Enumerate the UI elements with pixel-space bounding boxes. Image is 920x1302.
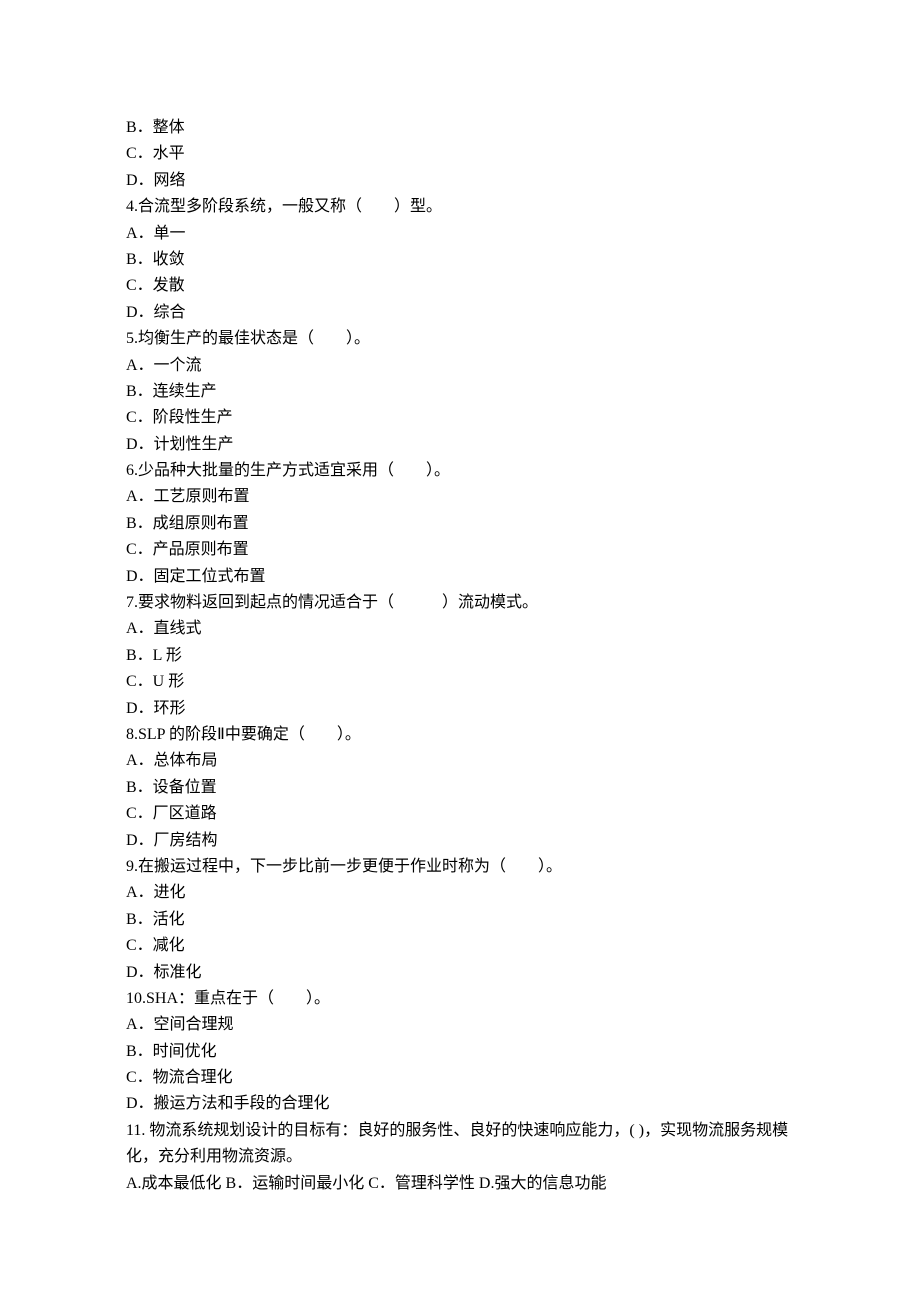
option-line: C．U 形 [126, 669, 802, 695]
option-line: B．时间优化 [126, 1039, 802, 1065]
option-line: B．成组原则布置 [126, 511, 802, 537]
question-line: 7.要求物料返回到起点的情况适合于（ ）流动模式。 [126, 590, 802, 616]
option-line: A.成本最低化 B．运输时间最小化 C．管理科学性 D.强大的信息功能 [126, 1171, 802, 1197]
option-line: C．阶段性生产 [126, 405, 802, 431]
option-line: A．空间合理规 [126, 1012, 802, 1038]
option-line: D．标准化 [126, 960, 802, 986]
option-line: B．设备位置 [126, 775, 802, 801]
option-line: D．固定工位式布置 [126, 564, 802, 590]
option-line: D．厂房结构 [126, 828, 802, 854]
option-line: C．厂区道路 [126, 801, 802, 827]
option-line: C．发散 [126, 273, 802, 299]
option-line: A．总体布局 [126, 748, 802, 774]
option-line: D．网络 [126, 168, 802, 194]
question-line: 5.均衡生产的最佳状态是（ ）。 [126, 326, 802, 352]
option-line: A．直线式 [126, 616, 802, 642]
option-line: A．单一 [126, 221, 802, 247]
option-line: C．物流合理化 [126, 1065, 802, 1091]
option-line: D．综合 [126, 300, 802, 326]
document-page: B．整体 C．水平 D．网络 4.合流型多阶段系统，一般又称（ ）型。 A．单一… [0, 0, 920, 1302]
question-line: 9.在搬运过程中，下一步比前一步更便于作业时称为（ ）。 [126, 854, 802, 880]
option-line: C．水平 [126, 141, 802, 167]
option-line: D．计划性生产 [126, 432, 802, 458]
option-line: A．工艺原则布置 [126, 484, 802, 510]
option-line: B．连续生产 [126, 379, 802, 405]
question-line: 6.少品种大批量的生产方式适宜采用（ ）。 [126, 458, 802, 484]
option-line: A．一个流 [126, 353, 802, 379]
question-line: 8.SLP 的阶段Ⅱ中要确定（ ）。 [126, 722, 802, 748]
option-line: B．活化 [126, 907, 802, 933]
option-line: D．搬运方法和手段的合理化 [126, 1091, 802, 1117]
question-line: 4.合流型多阶段系统，一般又称（ ）型。 [126, 194, 802, 220]
option-line: C．减化 [126, 933, 802, 959]
option-line: A．进化 [126, 880, 802, 906]
question-line: 11. 物流系统规划设计的目标有：良好的服务性、良好的快速响应能力，( )，实现… [126, 1118, 802, 1171]
option-line: C．产品原则布置 [126, 537, 802, 563]
question-line: 10.SHA：重点在于（ ）。 [126, 986, 802, 1012]
option-line: D．环形 [126, 696, 802, 722]
option-line: B．整体 [126, 115, 802, 141]
option-line: B．收敛 [126, 247, 802, 273]
option-line: B．L 形 [126, 643, 802, 669]
